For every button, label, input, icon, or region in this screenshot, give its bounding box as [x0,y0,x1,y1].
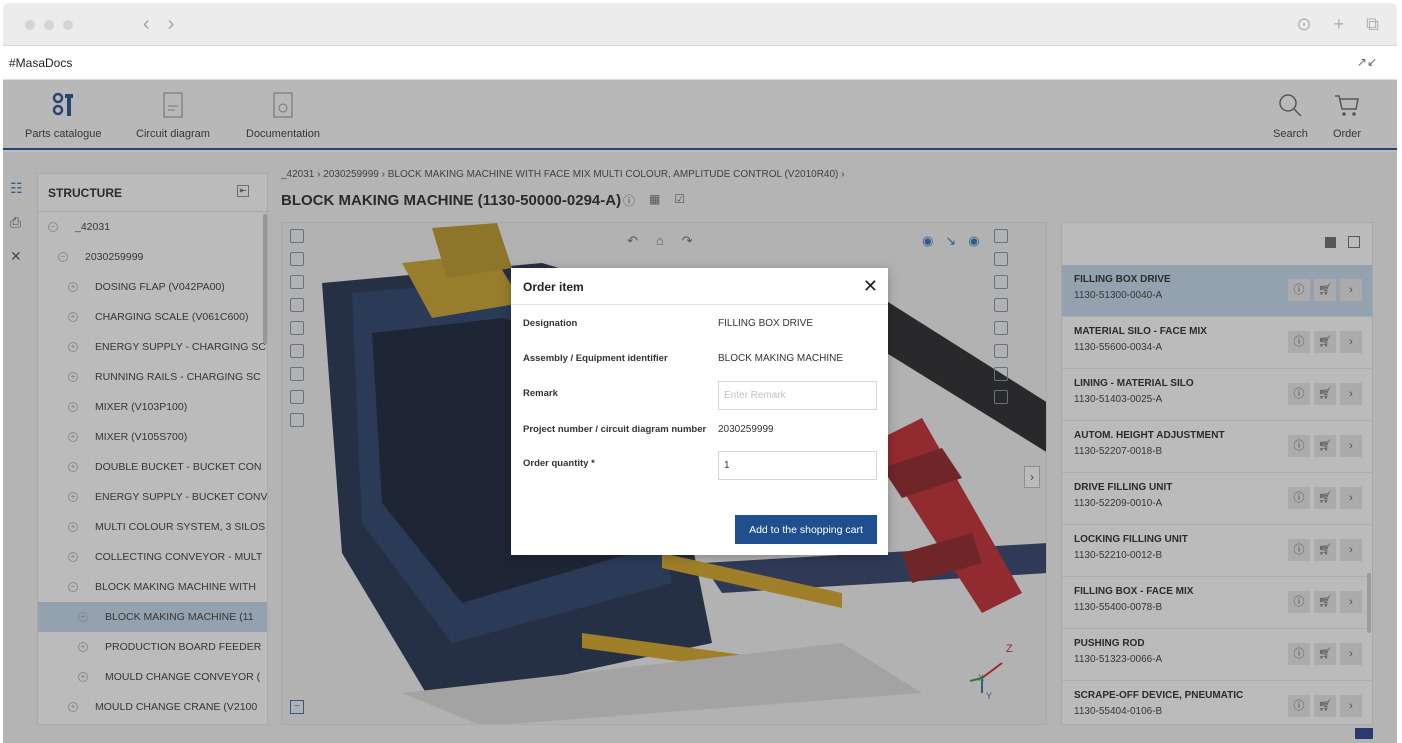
forward-arrow-icon[interactable]: › [168,13,175,36]
assembly-value: BLOCK MAKING MACHINE [718,353,844,364]
address-bar: #MasaDocs ↗↙ [3,46,1397,80]
dialog-header: Order item ✕ [511,268,888,305]
new-tab-icon[interactable]: + [1334,14,1345,35]
project-number-value: 2030259999 [718,424,774,435]
order-item-dialog: Order item ✕ Designation FILLING BOX DRI… [511,268,888,555]
designation-value: FILLING BOX DRIVE [718,318,814,329]
window-controls [25,20,73,30]
maximize-window-dot[interactable] [63,20,73,30]
back-arrow-icon[interactable]: ‹ [143,13,150,36]
browser-titlebar: ‹ › ⊙ + ⧉ [3,3,1397,46]
dialog-title: Order item [523,280,584,294]
expand-icon[interactable]: ↗↙ [1357,55,1377,69]
close-icon[interactable]: ✕ [863,276,878,297]
site-title: #MasaDocs [9,56,73,70]
remark-label: Remark [523,388,558,399]
order-quantity-input[interactable] [718,451,877,480]
tabs-overview-icon[interactable]: ⧉ [1366,14,1379,35]
project-number-label: Project number / circuit diagram number [523,424,707,435]
remark-input[interactable] [718,381,877,410]
add-to-cart-button[interactable]: Add to the shopping cart [735,515,877,544]
assembly-label: Assembly / Equipment identifier [523,353,668,364]
close-window-dot[interactable] [25,20,35,30]
order-quantity-label: Order quantity * [523,458,595,469]
minimize-window-dot[interactable] [44,20,54,30]
download-icon[interactable]: ⊙ [1297,14,1312,35]
designation-label: Designation [523,318,578,329]
